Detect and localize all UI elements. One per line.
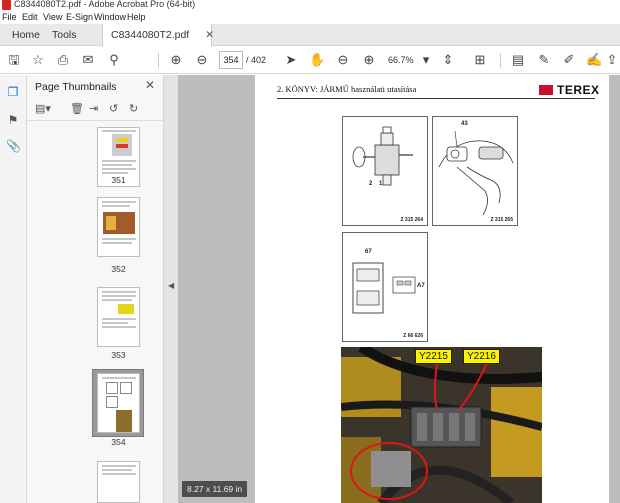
navigation-rail: ❐ ⚑ 📎 xyxy=(0,75,27,503)
window-title: C8344080T2.pdf - Adobe Acrobat Pro (64-b… xyxy=(14,0,196,9)
delete-page-icon[interactable]: 🗑 xyxy=(70,102,84,115)
draw-icon[interactable]: ✐ xyxy=(561,52,577,68)
chapter-header: 2. KÖNYV: JÁRMŰ használati utasítása xyxy=(277,84,417,94)
collapse-panel-handle[interactable]: ◀ xyxy=(164,75,178,503)
zoom-in-icon[interactable]: ⊕ xyxy=(361,52,377,68)
email-icon[interactable]: ✉ xyxy=(80,52,96,68)
photo-rendering xyxy=(341,347,542,503)
page-fit-icon[interactable]: ⇕ xyxy=(440,52,456,68)
page-header: 2. KÖNYV: JÁRMŰ használati utasítása TER… xyxy=(277,83,599,99)
chevron-left-icon: ◀ xyxy=(168,281,175,290)
toolbar: 🖫 ☆ ⎙ ✉ ⚲ ⊕ ⊖ 354 / 402 ➤ ✋ ⊖ ⊕ 66.7% ▾ … xyxy=(0,47,620,74)
zoom-dropdown-icon[interactable]: ▾ xyxy=(418,52,434,68)
menu-edit[interactable]: Edit xyxy=(22,12,38,22)
save-icon[interactable]: 🖫 xyxy=(6,52,22,68)
next-page-icon[interactable]: ⊖ xyxy=(194,52,210,68)
dashboard-drawing xyxy=(438,130,514,216)
page-thumbnails-panel: Page Thumbnails ✕ ▤▾ 🗑 ⇥ ↺ ↻ 351 352 353… xyxy=(27,75,187,503)
thumbnail-page-352[interactable] xyxy=(97,197,140,257)
bookmark-star-icon[interactable]: ☆ xyxy=(30,52,46,68)
title-bar: C8344080T2.pdf - Adobe Acrobat Pro (64-b… xyxy=(0,0,620,11)
menu-esign[interactable]: E-Sign xyxy=(66,12,93,22)
bookmarks-icon[interactable]: ⚑ xyxy=(6,113,20,127)
page-thumbnails-icon[interactable]: ❐ xyxy=(6,85,20,99)
menu-window[interactable]: Window xyxy=(94,12,126,22)
menu-file[interactable]: File xyxy=(2,12,17,22)
thumbnail-label: 354 xyxy=(111,437,126,447)
attachments-icon[interactable]: 📎 xyxy=(6,139,21,153)
search-icon[interactable]: ⚲ xyxy=(106,52,122,68)
switch-drawing xyxy=(352,262,416,314)
thumbnail-toolbar: ▤▾ 🗑 ⇥ ↺ ↻ xyxy=(27,97,164,121)
close-panel-icon[interactable]: ✕ xyxy=(145,78,155,92)
previous-page-icon[interactable]: ⊕ xyxy=(168,52,184,68)
insert-page-icon[interactable]: ⇥ xyxy=(89,102,98,115)
thumbnail-label: 353 xyxy=(111,350,126,360)
hand-tool-icon[interactable]: ✋ xyxy=(309,52,325,68)
terex-logo-mark xyxy=(539,85,553,95)
rotate-right-icon[interactable]: ↻ xyxy=(129,102,138,115)
tab-document-label: C8344080T2.pdf xyxy=(111,29,190,41)
figure-switch: 67 A7 Z 66 626 xyxy=(342,232,428,342)
figure-valve: 2 1 Z 315 264 xyxy=(342,116,428,226)
zoom-out-icon[interactable]: ⊖ xyxy=(335,52,351,68)
acrobat-icon xyxy=(2,0,11,10)
panel-title: Page Thumbnails xyxy=(35,81,117,93)
toolbar-divider xyxy=(500,53,501,68)
print-icon[interactable]: ⎙ xyxy=(55,52,71,68)
thumbnail-label: 352 xyxy=(111,264,126,274)
valve-tag: Y2215 xyxy=(415,349,452,364)
callout-label: 43 xyxy=(461,121,468,127)
thumbnail-page-355[interactable] xyxy=(97,461,140,503)
highlight-icon[interactable]: ✎ xyxy=(536,52,552,68)
close-tab-icon[interactable]: ✕ xyxy=(205,29,214,41)
tab-document[interactable]: C8344080T2.pdf ✕ xyxy=(102,24,214,47)
figure-dashboard: 43 Z 315 265 xyxy=(432,116,518,226)
page-total: / 402 xyxy=(246,55,267,65)
callout-label: A7 xyxy=(417,283,425,289)
zoom-level[interactable]: 66.7% xyxy=(388,55,414,65)
valve-tag: Y2216 xyxy=(463,349,500,364)
callout-label: 2 xyxy=(369,181,373,187)
callout-label: 1 xyxy=(379,181,383,187)
hydraulic-valve-photo: Y2215 Y2216 xyxy=(341,347,542,503)
select-cursor-icon[interactable]: ➤ xyxy=(283,52,299,68)
toolbar-divider xyxy=(158,53,159,68)
page-number-input[interactable]: 354 xyxy=(219,51,243,69)
document-view[interactable]: 2. KÖNYV: JÁRMŰ használati utasítása TER… xyxy=(178,75,620,503)
thumbnail-page-353[interactable] xyxy=(97,287,140,347)
thumbnail-page-354[interactable] xyxy=(97,373,140,433)
figure-code: Z 315 265 xyxy=(490,217,513,223)
tab-home[interactable]: Home xyxy=(4,24,48,46)
thumbnail-label: 351 xyxy=(111,175,126,185)
page-size-indicator: 8.27 x 11.69 in xyxy=(182,481,248,497)
brand-name: TEREX xyxy=(557,83,600,97)
share-icon[interactable]: ⇪ xyxy=(604,52,620,68)
figure-code: Z 66 626 xyxy=(403,333,423,339)
tab-tools[interactable]: Tools xyxy=(44,24,85,46)
menu-view[interactable]: View xyxy=(43,12,62,22)
thumbnail-options-icon[interactable]: ▤▾ xyxy=(35,102,51,115)
menu-bar: File Edit View E-Sign Window Help xyxy=(0,11,620,24)
menu-help[interactable]: Help xyxy=(127,12,146,22)
sign-icon[interactable]: ✍ xyxy=(586,52,602,68)
comment-icon[interactable]: ▤ xyxy=(510,52,526,68)
valve-drawing xyxy=(352,126,413,186)
callout-label: 67 xyxy=(365,249,372,255)
rotate-left-icon[interactable]: ↺ xyxy=(109,102,118,115)
tab-bar: Home Tools C8344080T2.pdf ✕ xyxy=(0,24,620,47)
pdf-page: 2. KÖNYV: JÁRMŰ használati utasítása TER… xyxy=(255,75,609,503)
scroll-mode-icon[interactable]: ⊞ xyxy=(472,52,488,68)
figure-code: Z 315 264 xyxy=(400,217,423,223)
